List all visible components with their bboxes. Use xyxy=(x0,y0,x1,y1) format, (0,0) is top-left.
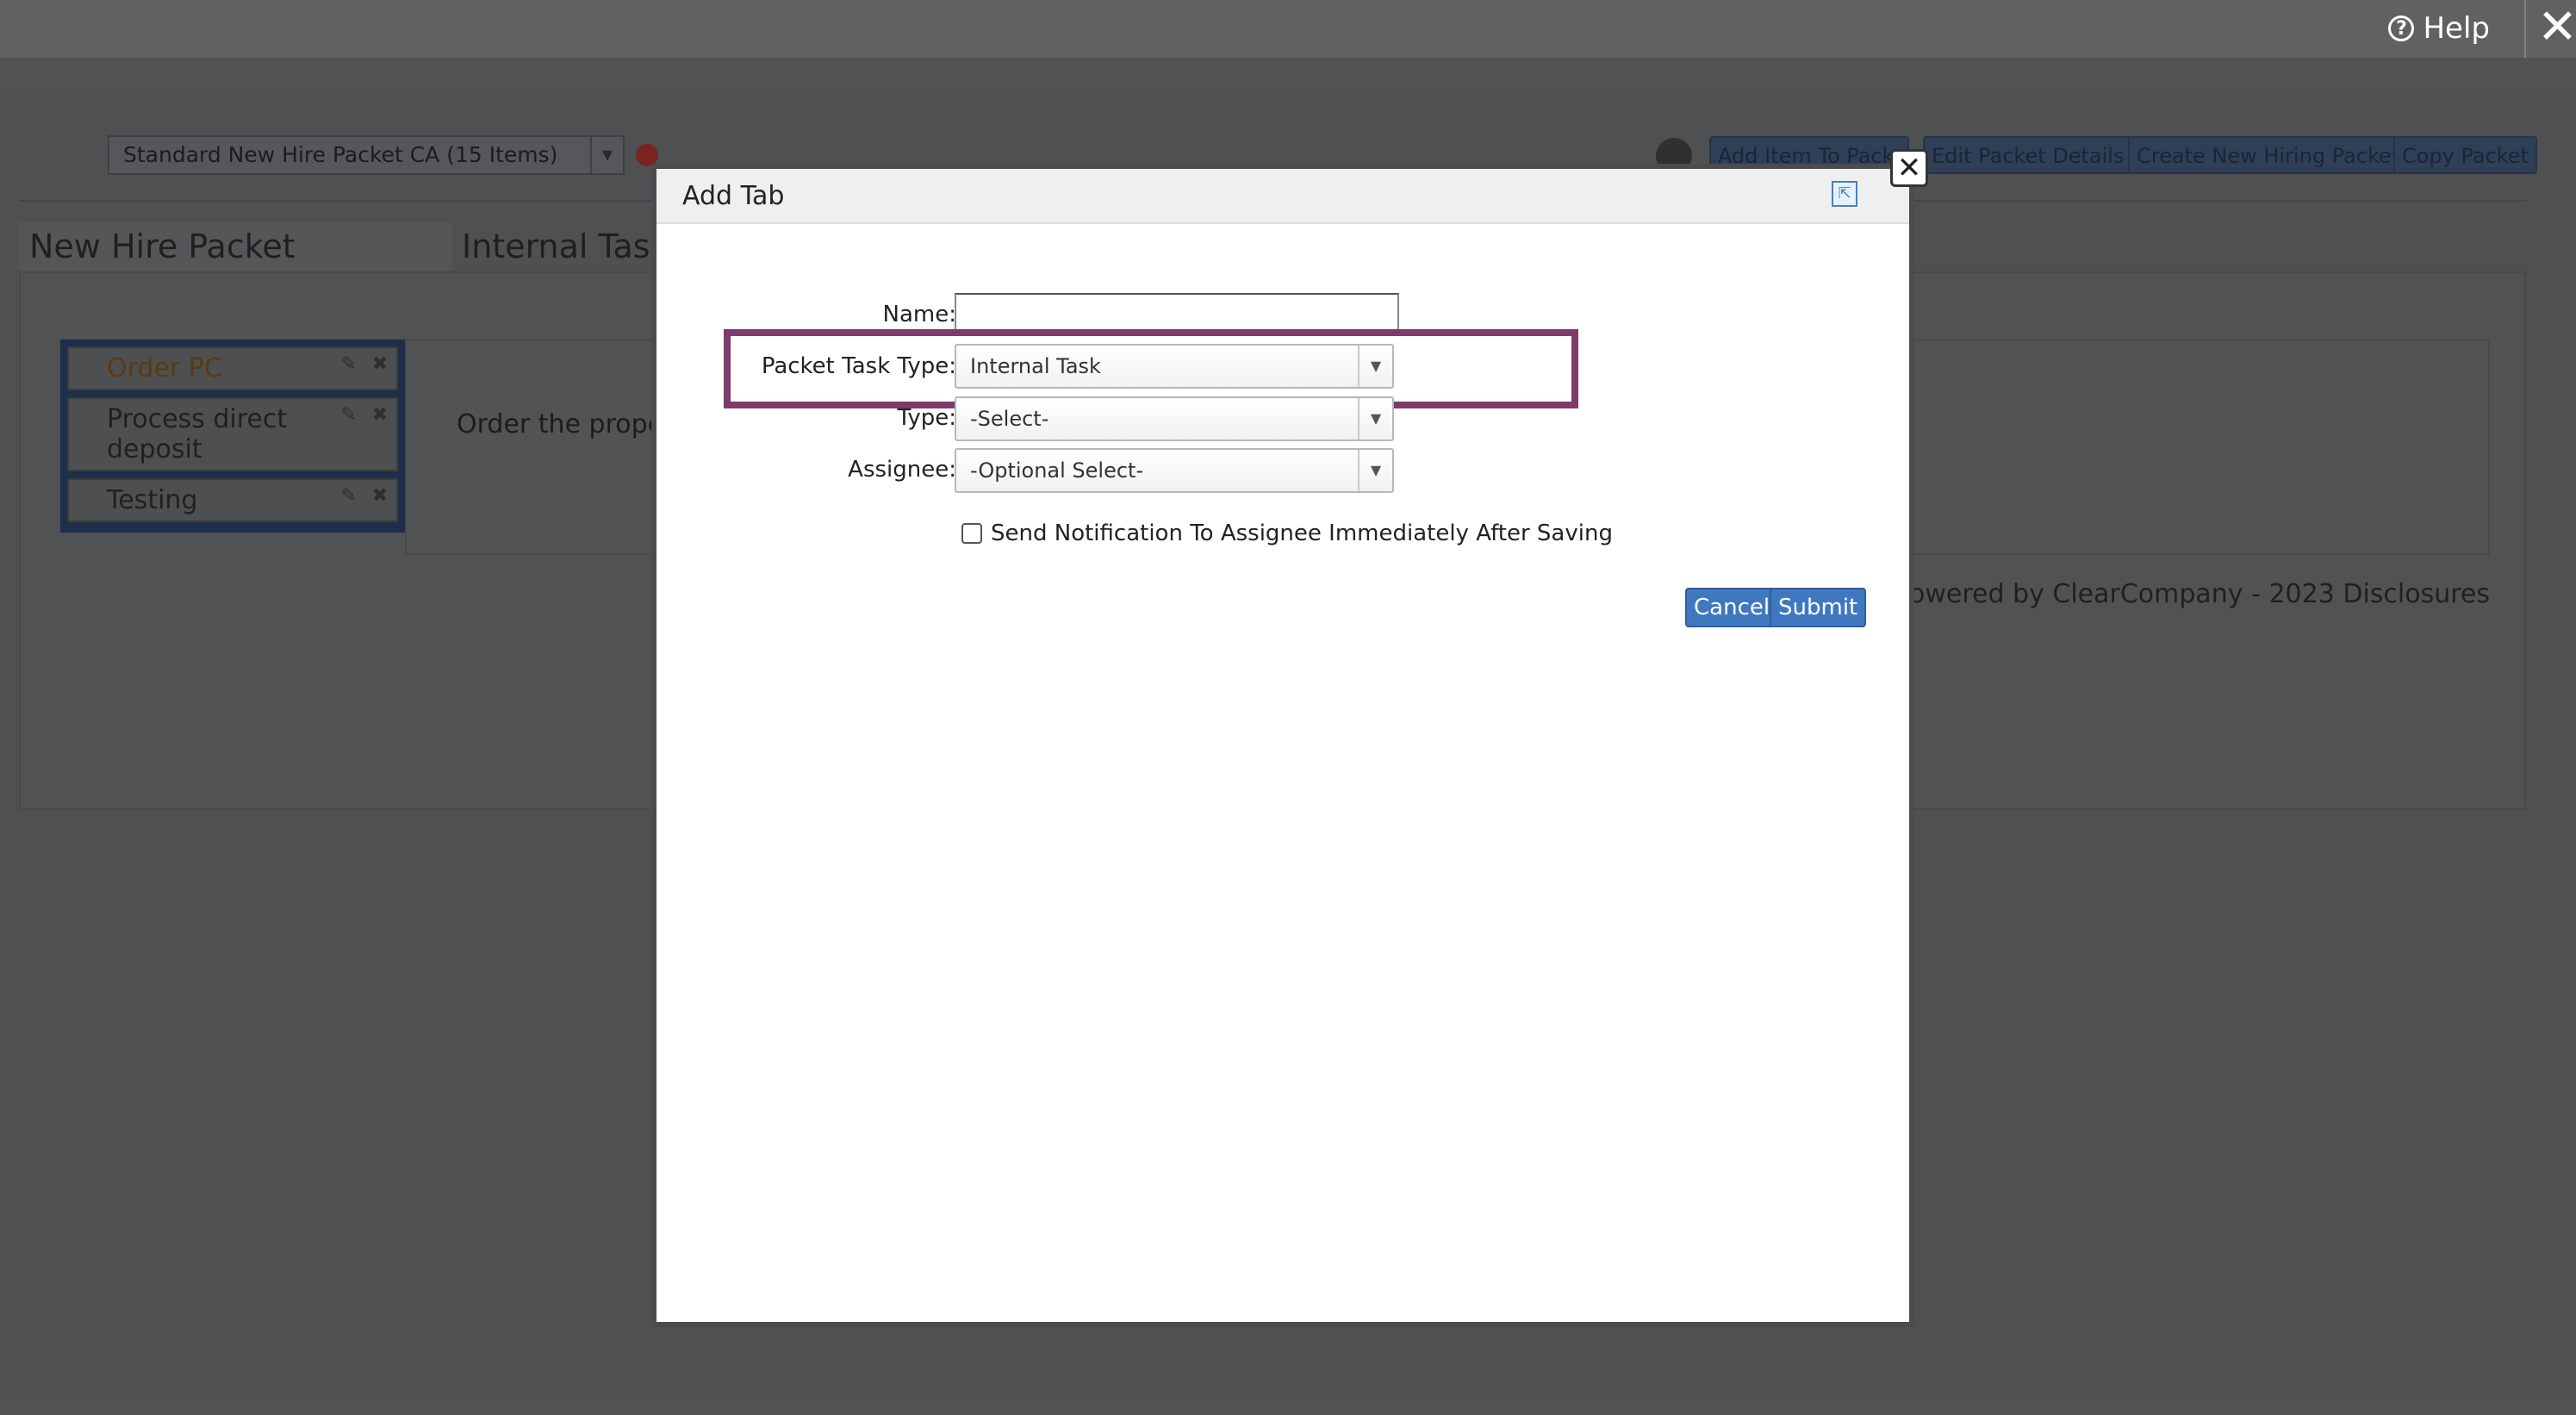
dialog-title: Add Tab xyxy=(682,181,785,211)
chevron-down-icon: ▼ xyxy=(1358,450,1392,491)
type-label: Type: xyxy=(897,405,956,431)
task-list: Order PC ✎ ✖ Process direct deposit ✎ ✖ … xyxy=(60,340,405,533)
notify-option: Send Notification To Assignee Immediatel… xyxy=(961,520,1613,546)
chevron-down-icon: ▼ xyxy=(590,137,623,173)
sub-header-strip xyxy=(0,58,2576,94)
assignee-label: Assignee: xyxy=(848,457,956,483)
task-label: Order PC xyxy=(107,353,222,383)
edit-packet-details-button[interactable]: Edit Packet Details xyxy=(1923,136,2133,174)
assignee-select[interactable]: -Optional Select- ▼ xyxy=(955,448,1394,493)
top-bar-divider xyxy=(2524,0,2526,58)
help-label: Help xyxy=(2423,11,2490,46)
list-item[interactable]: Order PC ✎ ✖ xyxy=(67,346,398,390)
packet-task-type-value: Internal Task xyxy=(970,354,1101,378)
close-icon[interactable]: ✕ xyxy=(2537,2,2576,53)
copy-packet-button[interactable]: Copy Packet xyxy=(2393,136,2538,174)
delete-icon[interactable]: ✖ xyxy=(372,404,388,426)
name-label: Name: xyxy=(882,302,956,327)
maximize-icon[interactable]: ⇱ xyxy=(1832,181,1857,207)
dialog-header: Add Tab ⇱ xyxy=(656,169,1909,224)
notify-checkbox[interactable] xyxy=(961,523,982,544)
task-detail-text: Order the prope xyxy=(457,409,664,439)
delete-icon[interactable]: ✖ xyxy=(372,485,388,507)
type-value: -Select- xyxy=(970,407,1049,431)
tab-new-hire-packet[interactable]: New Hire Packet xyxy=(19,222,451,271)
list-item[interactable]: Testing ✎ ✖ xyxy=(67,478,398,522)
top-bar: ? Help ✕ xyxy=(0,0,2576,58)
delete-icon[interactable]: ✖ xyxy=(372,353,388,375)
footer-text[interactable]: Powered by ClearCompany - 2023 Disclosur… xyxy=(1895,579,2490,609)
task-label: Process direct deposit xyxy=(107,404,288,464)
pencil-icon[interactable]: ✎ xyxy=(341,404,357,426)
task-label: Testing xyxy=(107,485,198,515)
cancel-button[interactable]: Cancel xyxy=(1685,588,1779,627)
list-item[interactable]: Process direct deposit ✎ ✖ xyxy=(67,397,398,471)
assignee-value: -Optional Select- xyxy=(970,458,1144,483)
notify-label: Send Notification To Assignee Immediatel… xyxy=(991,520,1613,546)
chevron-down-icon: ▼ xyxy=(1358,346,1392,387)
packet-task-type-label: Packet Task Type: xyxy=(761,353,956,379)
packet-select[interactable]: Standard New Hire Packet CA (15 Items) ▼ xyxy=(108,135,625,175)
pencil-icon[interactable]: ✎ xyxy=(341,353,357,375)
pencil-icon[interactable]: ✎ xyxy=(341,485,357,507)
chevron-down-icon: ▼ xyxy=(1358,398,1392,439)
submit-button[interactable]: Submit xyxy=(1770,588,1867,627)
packet-task-type-select[interactable]: Internal Task ▼ xyxy=(955,344,1394,389)
name-input[interactable] xyxy=(955,293,1399,331)
type-select[interactable]: -Select- ▼ xyxy=(955,396,1394,441)
help-link[interactable]: ? Help xyxy=(2388,9,2490,48)
create-new-hiring-packet-button[interactable]: Create New Hiring Packet xyxy=(2128,136,2409,174)
packet-select-value: Standard New Hire Packet CA (15 Items) xyxy=(123,142,558,167)
close-dialog-button[interactable]: ✕ xyxy=(1890,149,1928,187)
question-circle-icon: ? xyxy=(2388,16,2415,41)
bottom-strip xyxy=(0,1398,2576,1415)
